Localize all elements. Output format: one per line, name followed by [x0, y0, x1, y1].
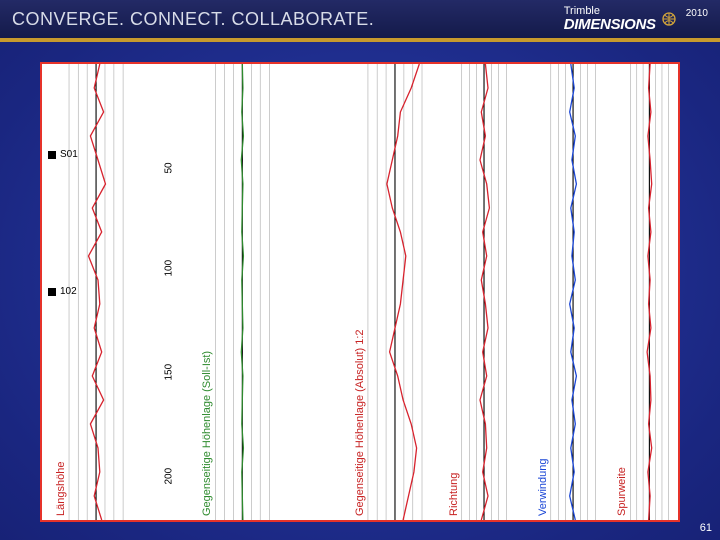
legend-label: S01 [60, 149, 78, 160]
legend-swatch [48, 151, 56, 159]
legend-entry: 102 [48, 286, 77, 297]
legend-label: 102 [60, 286, 77, 297]
legend-swatch [48, 288, 56, 296]
strip-chart-container: LängshöheGegenseitige Höhenlage (Soll-Is… [40, 62, 680, 522]
header-bar: CONVERGE. CONNECT. COLLABORATE. Trimble … [0, 0, 720, 42]
globe-icon [660, 10, 678, 28]
brand-main: DIMENSIONS [564, 17, 656, 32]
brand-logo: Trimble DIMENSIONS 2010 [564, 6, 708, 32]
page-number: 61 [700, 522, 712, 534]
tagline-text: CONVERGE. CONNECT. COLLABORATE. [12, 9, 374, 30]
strip-chart: LängshöheGegenseitige Höhenlage (Soll-Is… [42, 64, 678, 520]
brand-year: 2010 [686, 8, 708, 19]
legend-entry: S01 [48, 149, 78, 160]
